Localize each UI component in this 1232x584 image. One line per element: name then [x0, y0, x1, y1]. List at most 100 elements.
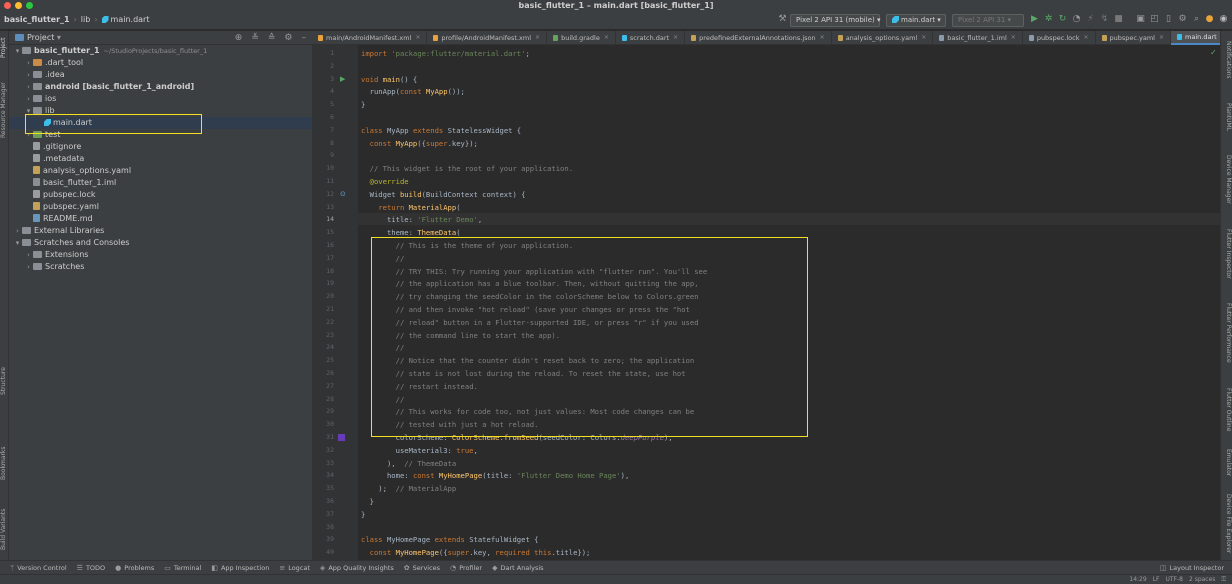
hot-restart-icon[interactable]: ⚡: [1086, 15, 1095, 24]
close-tab-icon[interactable]: ×: [535, 31, 540, 45]
close-tab-icon[interactable]: ×: [1011, 31, 1016, 45]
close-tab-icon[interactable]: ×: [415, 31, 420, 45]
lock-icon[interactable]: ⚿: [1221, 576, 1226, 584]
breadcrumb-file[interactable]: main.dart: [101, 15, 149, 24]
tree-item[interactable]: README.md: [9, 213, 312, 225]
editor-tab[interactable]: build.gradle ×: [547, 31, 616, 45]
line-separator[interactable]: LF: [1153, 576, 1160, 584]
close-tab-icon[interactable]: ×: [1083, 31, 1088, 45]
gear-icon[interactable]: ⚙: [284, 33, 292, 43]
chevron-down-icon[interactable]: ▾: [13, 237, 22, 249]
hammer-icon[interactable]: ⚒: [778, 15, 787, 24]
editor-tab[interactable]: basic_flutter_1.iml ×: [933, 31, 1023, 45]
indent-setting[interactable]: 2 spaces: [1189, 576, 1215, 584]
hide-icon[interactable]: –: [302, 33, 307, 43]
hot-reload-icon[interactable]: ↻: [1058, 15, 1067, 24]
tool-window-dart-analysis[interactable]: ◆ Dart Analysis: [492, 564, 543, 572]
stripe-tab-structure[interactable]: Structure: [0, 361, 9, 401]
tree-item[interactable]: .gitignore: [9, 141, 312, 153]
tool-window-app-inspection[interactable]: ◧ App Inspection: [211, 564, 269, 572]
tree-item[interactable]: › Scratches: [9, 261, 312, 273]
avatar[interactable]: ◉: [1219, 15, 1228, 24]
editor-tab[interactable]: scratch.dart ×: [616, 31, 686, 45]
file-encoding[interactable]: UTF-8: [1165, 576, 1183, 584]
stripe-tab-device-manager[interactable]: Device Manager: [1222, 149, 1232, 209]
tree-item[interactable]: pubspec.lock: [9, 189, 312, 201]
tool-window-version-control[interactable]: ᛘ Version Control: [10, 564, 67, 572]
override-marker-icon[interactable]: ⊙: [340, 190, 346, 197]
chevron-right-icon[interactable]: ›: [24, 57, 33, 69]
tree-item[interactable]: pubspec.yaml: [9, 201, 312, 213]
debug-icon[interactable]: ✲: [1044, 15, 1053, 24]
breadcrumb-project[interactable]: basic_flutter_1: [4, 15, 70, 24]
device-mirror-icon[interactable]: ▯: [1164, 15, 1173, 24]
tool-window-problems[interactable]: ● Problems: [115, 564, 154, 572]
tool-window-services[interactable]: ✿ Services: [404, 564, 440, 572]
stripe-tab-notifications[interactable]: Notifications: [1222, 37, 1232, 83]
avd-manager-icon[interactable]: ◰: [1150, 15, 1159, 24]
collapse-all-icon[interactable]: ≙: [268, 33, 276, 43]
chevron-right-icon[interactable]: ›: [24, 69, 33, 81]
chevron-down-icon[interactable]: ▾: [24, 105, 33, 117]
editor-tab[interactable]: predefinedExternalAnnotations.json ×: [685, 31, 832, 45]
secondary-device-selector[interactable]: Pixel 2 API 31 ▾: [952, 14, 1024, 27]
code-editor[interactable]: import 'package:flutter/material.dart'; v…: [358, 45, 1220, 560]
chevron-right-icon[interactable]: ›: [24, 81, 33, 93]
stripe-tab-flutter-inspector[interactable]: Flutter Inspector: [1222, 221, 1232, 287]
chevron-right-icon[interactable]: ›: [24, 261, 33, 273]
stripe-tab-device-file-explorer[interactable]: Device File Explorer: [1222, 489, 1232, 559]
editor-tab[interactable]: pubspec.lock ×: [1023, 31, 1096, 45]
tool-window-todo[interactable]: ☰ TODO: [77, 564, 106, 572]
tree-item[interactable]: › test: [9, 129, 312, 141]
tree-item[interactable]: analysis_options.yaml: [9, 165, 312, 177]
stripe-tab-build-variants[interactable]: Build Variants: [0, 501, 9, 557]
target-icon[interactable]: ⊕: [235, 33, 243, 43]
tree-item[interactable]: › External Libraries: [9, 225, 312, 237]
tree-item[interactable]: ▾ basic_flutter_1 ~/StudioProjects/basic_f…: [9, 45, 312, 57]
stripe-tab-resource-manager[interactable]: Resource Manager: [0, 79, 9, 141]
search-icon[interactable]: ⌕: [1192, 15, 1201, 24]
stripe-tab-flutter-outline[interactable]: Flutter Outline: [1222, 381, 1232, 439]
tree-item[interactable]: › Extensions: [9, 249, 312, 261]
layout-inspector-button[interactable]: ◫ Layout Inspector: [1160, 564, 1224, 572]
stripe-tab-flutter-performance[interactable]: Flutter Performance: [1222, 295, 1232, 371]
close-tab-icon[interactable]: ×: [921, 31, 926, 45]
editor-tab[interactable]: analysis_options.yaml ×: [832, 31, 934, 45]
tree-item[interactable]: ▾ Scratches and Consoles: [9, 237, 312, 249]
tree-item[interactable]: › .dart_tool: [9, 57, 312, 69]
profile-icon[interactable]: ◔: [1072, 15, 1081, 24]
tool-window-terminal[interactable]: ▭ Terminal: [164, 564, 201, 572]
run-icon[interactable]: ▶: [1030, 15, 1039, 24]
editor-tab[interactable]: main/AndroidManifest.xml ×: [312, 31, 428, 45]
close-tab-icon[interactable]: ×: [820, 31, 825, 45]
stripe-tab-project[interactable]: Project: [0, 33, 9, 63]
editor-tab[interactable]: profile/AndroidManifest.xml ×: [427, 31, 548, 45]
run-config-selector[interactable]: main.dart ▾: [886, 14, 946, 27]
stripe-tab-emulator[interactable]: Emulator: [1222, 443, 1232, 483]
tree-item[interactable]: main.dart: [9, 117, 312, 129]
caret-position[interactable]: 14:29: [1129, 576, 1146, 584]
chevron-right-icon[interactable]: ›: [13, 225, 22, 237]
run-main-icon[interactable]: ▶: [340, 75, 346, 82]
sdk-manager-icon[interactable]: ▣: [1136, 15, 1145, 24]
tree-item[interactable]: › ios: [9, 93, 312, 105]
tool-window-logcat[interactable]: ≡ Logcat: [279, 564, 310, 572]
project-view-selector[interactable]: Project ▾: [27, 33, 61, 42]
chevron-right-icon[interactable]: ›: [24, 249, 33, 261]
editor-tab[interactable]: pubspec.yaml ×: [1096, 31, 1172, 45]
tree-item[interactable]: › android [basic_flutter_1_android]: [9, 81, 312, 93]
close-tab-icon[interactable]: ×: [604, 31, 609, 45]
tool-window-profiler[interactable]: ◔ Profiler: [450, 564, 482, 572]
close-tab-icon[interactable]: ×: [1159, 31, 1164, 45]
chevron-right-icon[interactable]: ›: [24, 129, 33, 141]
chevron-right-icon[interactable]: ›: [24, 93, 33, 105]
close-tab-icon[interactable]: ×: [673, 31, 678, 45]
tree-item[interactable]: basic_flutter_1.iml: [9, 177, 312, 189]
tool-window-app-quality-insights[interactable]: ◈ App Quality Insights: [320, 564, 394, 572]
update-icon[interactable]: ●: [1205, 15, 1214, 24]
stop-icon[interactable]: ■: [1114, 15, 1123, 24]
tree-item[interactable]: ▾ lib: [9, 105, 312, 117]
stripe-tab-bookmarks[interactable]: Bookmarks: [0, 441, 9, 485]
device-selector[interactable]: Pixel 2 API 31 (mobile) ▾: [790, 14, 880, 27]
chevron-down-icon[interactable]: ▾: [13, 45, 22, 57]
